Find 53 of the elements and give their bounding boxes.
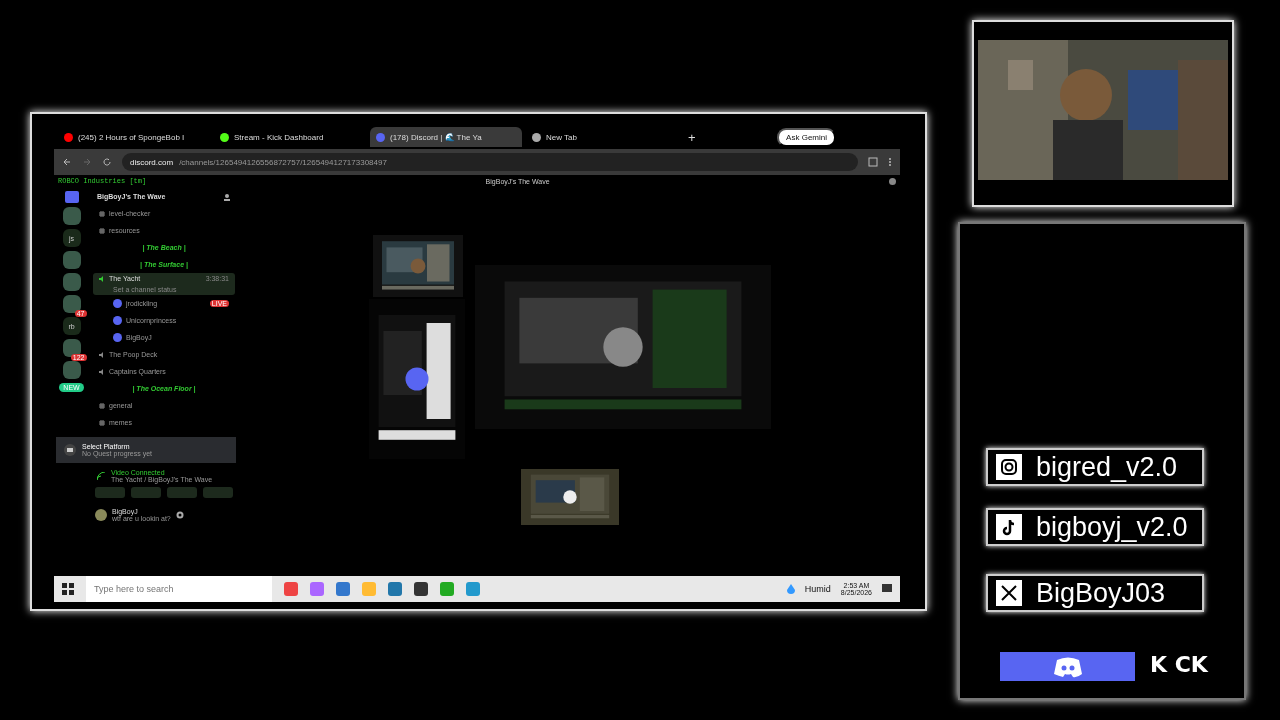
app-icon (414, 582, 428, 596)
browser-tab[interactable]: New Tab (526, 127, 678, 147)
tab-title: Stream - Kick Dashboard (234, 132, 324, 142)
social-handle: BigBoyJ03 (1036, 577, 1166, 609)
menu-icon (888, 157, 892, 167)
avatar-icon (95, 509, 107, 521)
server-icon[interactable] (62, 273, 81, 291)
back-icon (62, 157, 72, 167)
server-icon[interactable] (62, 339, 81, 357)
server-icon[interactable] (62, 361, 81, 379)
tab-title: (178) Discord | 🌊 The Ya (390, 132, 482, 142)
app-icon (388, 582, 402, 596)
controller-icon (1052, 655, 1083, 678)
monitor-icon (64, 444, 76, 456)
members-icon (223, 193, 231, 201)
app-icon (310, 582, 324, 596)
hash-icon (99, 402, 105, 409)
social-handle: bigboyj_v2.0 (1036, 511, 1188, 543)
notification-icon (882, 584, 892, 594)
forward-icon (82, 157, 92, 167)
signal-icon (97, 472, 105, 480)
speaker-icon (99, 351, 105, 358)
app-icon (362, 582, 376, 596)
app-icon (440, 582, 454, 596)
new-tab-button[interactable]: + (688, 129, 696, 145)
droplet-icon (786, 584, 795, 594)
app-icon (466, 582, 480, 596)
kick-logo: K CK (1150, 652, 1208, 677)
settings-icon (175, 511, 184, 519)
reload-icon (102, 157, 112, 167)
address-field[interactable]: discord.com /channels/1265494126556872757/1265494127173308497 (122, 153, 858, 171)
windows-icon (62, 583, 74, 595)
server-icon[interactable] (62, 251, 81, 269)
folder-icon (64, 191, 79, 203)
server-icon[interactable] (62, 295, 81, 313)
extensions-icon (868, 157, 878, 167)
hash-icon (99, 210, 105, 217)
tab-title: New Tab (546, 132, 577, 142)
browser-tab[interactable]: Stream - Kick Dashboard (214, 127, 366, 147)
hash-icon (99, 227, 105, 234)
ask-gemini-button[interactable]: Ask Gemini (777, 127, 836, 147)
hash-icon (99, 419, 105, 426)
speaker-icon (99, 275, 105, 282)
speaker-icon (99, 368, 105, 375)
social-handle: bigred_v2.0 (1036, 451, 1178, 483)
tab-title: (245) 2 Hours of SpongeBob I (78, 132, 185, 142)
browser-tab[interactable]: (178) Discord | 🌊 The Ya (370, 127, 522, 147)
app-icon (284, 582, 298, 596)
app-icon (336, 582, 350, 596)
search-field[interactable]: Type here to search (86, 576, 272, 602)
server-icon[interactable] (62, 207, 81, 225)
browser-tab[interactable]: (245) 2 Hours of SpongeBob I (58, 127, 210, 147)
weather-label: Humid (804, 584, 831, 594)
